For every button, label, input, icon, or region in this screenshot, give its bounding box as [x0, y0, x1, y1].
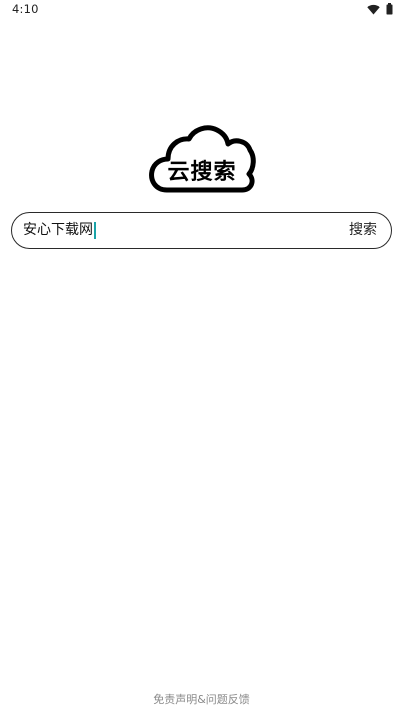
search-bar: 安心下载网 搜索 — [11, 212, 392, 249]
app-logo: 云搜索 — [147, 124, 257, 196]
screen: 4:10 云搜索 安心下载网 搜索 免责声明&问题反馈 — [0, 0, 403, 717]
status-bar: 4:10 — [0, 0, 403, 20]
battery-icon — [386, 3, 393, 15]
search-button[interactable]: 搜索 — [349, 213, 377, 248]
search-input-value: 安心下载网 — [23, 222, 93, 238]
search-input[interactable]: 安心下载网 — [23, 213, 323, 248]
wifi-icon — [367, 4, 380, 14]
status-time: 4:10 — [12, 2, 39, 16]
disclaimer-feedback-link[interactable]: 免责声明&问题反馈 — [0, 691, 403, 707]
text-caret — [94, 222, 96, 239]
logo-text: 云搜索 — [167, 160, 237, 185]
status-icons — [367, 3, 393, 15]
